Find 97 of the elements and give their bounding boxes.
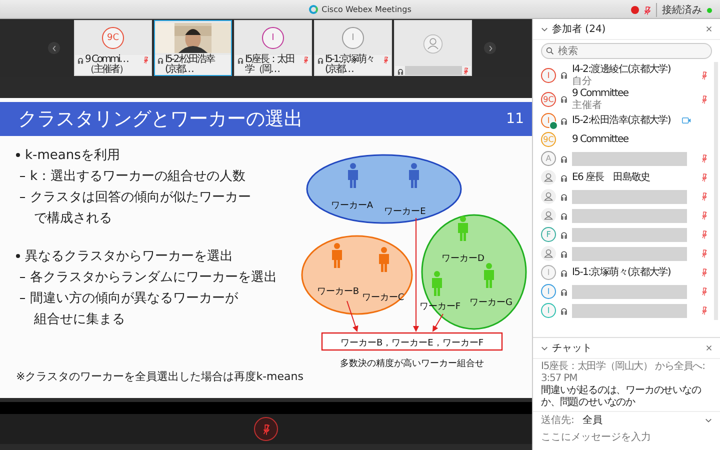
participant-name: I4-2:渡邊綾仁(京都大学): [572, 64, 672, 76]
person-avatar-icon: [541, 208, 556, 223]
headset-icon: [317, 57, 324, 64]
bullet-dot-icon: [16, 254, 20, 258]
close-icon[interactable]: [706, 26, 712, 32]
participant-name: 9 Committee: [572, 134, 630, 146]
chat-sender: I5座長：太田学（岡山大） から全員へ:: [541, 361, 705, 373]
dash-icon: [20, 176, 25, 178]
connection-status: 接続済み: [656, 3, 702, 17]
arrow: [346, 300, 358, 332]
dash-icon: [20, 298, 25, 300]
avatar: 9C: [541, 132, 556, 147]
participant-name: I5-2:松田浩幸(京都大学): [572, 114, 672, 126]
avatar: I: [262, 27, 284, 49]
panel-title: チャット: [552, 342, 593, 355]
status-dot-icon: [707, 8, 712, 12]
headset-icon: [237, 57, 244, 64]
next-button[interactable]: [484, 42, 496, 54]
video-thumbnail[interactable]: I I5座長：太田学（岡…: [234, 20, 312, 76]
participant-row[interactable]: 9C 9 Committee: [541, 130, 708, 149]
video-thumbnail[interactable]: [394, 20, 472, 76]
participant-row[interactable]: 9C 9 Committee 主催者: [541, 87, 708, 111]
participant-row[interactable]: I I4-2:渡邊綾仁(京都大学) 自分: [541, 63, 708, 87]
bullet-text: 間違い方の傾向が異なるワーカーが: [30, 290, 238, 307]
dash-icon: [20, 197, 25, 198]
caret-icon[interactable]: [705, 418, 712, 422]
person-avatar-icon: [541, 246, 556, 261]
worker-label: ワーカーE: [384, 207, 426, 217]
chevron-left-icon: [52, 44, 56, 52]
bullet-dot-icon: [16, 153, 20, 157]
worker-label: ワーカーF: [419, 302, 461, 312]
chevron-right-icon: [488, 44, 492, 52]
participant-row[interactable]: I I5-1:京塚萌々(京都大学): [541, 263, 708, 282]
avatar: I: [541, 284, 556, 299]
panel-title: 参加者 (24): [552, 22, 607, 36]
worker-label: ワーカーA: [330, 201, 374, 211]
record-icon[interactable]: [631, 6, 639, 14]
participant-role: 主催者: [572, 100, 603, 110]
participant-name: 9 Commi… （主催者）: [85, 55, 130, 75]
video-thumbnail[interactable]: I I5-1:京塚萌々(京都…: [314, 20, 392, 76]
participant-role: 自分: [572, 76, 593, 86]
person-avatar-icon: [541, 170, 556, 185]
window-title: Cisco Webex Meetings: [322, 4, 412, 14]
avatar: I: [541, 265, 556, 280]
person-avatar-icon: [423, 34, 443, 54]
arrow: [432, 314, 444, 332]
muted-mic-icon[interactable]: [644, 6, 651, 14]
webex-logo-icon: [308, 4, 318, 14]
search-field[interactable]: 検索: [541, 43, 712, 59]
bullet-text: 異なるクラスタからワーカーを選出: [25, 248, 233, 265]
video-thumbnail[interactable]: 9C 9 Commi… （主催者）: [74, 20, 152, 76]
search-icon: [546, 47, 554, 55]
close-icon[interactable]: [706, 345, 712, 351]
participant-name: I5-2:松田浩幸(京都…: [165, 55, 216, 75]
participant-name: E6 座長 田島敬史: [572, 172, 651, 184]
unmute-button[interactable]: [254, 417, 278, 441]
participant-name: 9 Committee: [572, 88, 630, 100]
avatar: I: [342, 27, 364, 49]
diagram-caption: 多数決の精度が高いワーカー組合せ: [340, 359, 484, 369]
avatar: A: [541, 151, 556, 166]
participant-name: I5座長：太田学（岡…: [245, 55, 295, 75]
worker-label: ワーカーB: [316, 287, 360, 297]
worker-label: ワーカーG: [470, 298, 512, 308]
collapse-icon[interactable]: [541, 26, 548, 32]
participant-name: I5-1:京塚萌々(京都大学): [572, 266, 672, 278]
bullet-text: 各クラスタからランダムにワーカーを選出: [30, 269, 277, 286]
muted-mic-icon: [262, 424, 270, 434]
bullet-text: で構成される: [34, 211, 112, 226]
headset-icon: [157, 57, 164, 64]
bullet-text: 組合せに集まる: [34, 312, 125, 327]
worker-label: ワーカーD: [442, 254, 484, 264]
recipient-label: 送信先:: [541, 414, 574, 427]
video-thumbnail[interactable]: I5-2:松田浩幸(京都…: [154, 20, 232, 76]
avatar: 9C: [541, 92, 556, 106]
bullet-text: k-meansを利用: [25, 147, 120, 164]
avatar: I: [541, 113, 556, 128]
avatar: F: [541, 227, 556, 242]
avatar: I: [541, 303, 556, 318]
recipient-dropdown[interactable]: 全員: [582, 413, 697, 427]
result-text: ワーカーB，ワーカーE，ワーカーF: [340, 338, 484, 348]
participant-name: I5-1:京塚萌々(京都…: [325, 55, 376, 75]
participant-row[interactable]: E6 座長 田島敬史: [541, 168, 708, 187]
footnote: ※クラスタのワーカーを全員選出した場合は再度k-means: [16, 369, 304, 384]
bullet-text: k：選出するワーカーの組合せの人数: [30, 168, 246, 185]
headset-icon: [77, 57, 84, 64]
chat-time: 3:57 PM: [541, 373, 578, 384]
previous-button[interactable]: [48, 42, 60, 54]
participant-row[interactable]: I I5-2:松田浩幸(京都大学): [541, 111, 708, 130]
collapse-icon[interactable]: [541, 346, 548, 350]
avatar: I: [541, 68, 556, 82]
avatar: 9C: [102, 27, 124, 49]
slide-title: クラスタリングとワーカーの選出: [18, 107, 303, 132]
chat-message: 間違いが起るのは、ワーカのせいなのか、問題のせいなのか: [541, 385, 702, 409]
person-avatar-icon: [541, 189, 556, 204]
bullet-text: クラスタは回答の傾向が似たワーカー: [30, 189, 251, 206]
dash-icon: [20, 277, 25, 278]
slide-number: 11: [506, 111, 524, 127]
